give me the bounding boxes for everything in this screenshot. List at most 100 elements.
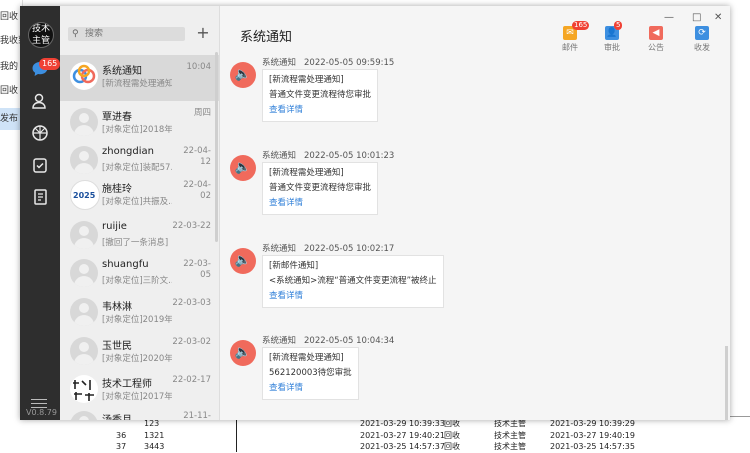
tasks-icon[interactable]	[30, 156, 50, 176]
conversation-name: shuangfu	[102, 259, 149, 270]
toolbar-approval-button[interactable]: 👤 5 审批	[598, 21, 626, 53]
bg-side-item[interactable]: 回收	[0, 80, 22, 102]
view-details-link[interactable]: 查看详情	[269, 103, 371, 118]
search-icon: ⚲	[72, 29, 79, 39]
bg-side-item[interactable]: 我收到	[0, 30, 22, 52]
version-label: V0.8.79	[26, 408, 57, 417]
message-header: 系统通知 2022-05-05 10:01:23	[262, 149, 394, 161]
message-tag: [新流程需处理通知]	[269, 168, 344, 178]
conversation-preview: [对象定位]2020年	[102, 354, 172, 364]
avatar	[70, 146, 98, 174]
row-id: 1321	[144, 431, 165, 440]
minimize-button[interactable]: —	[664, 12, 674, 23]
contacts-icon[interactable]	[30, 92, 50, 112]
conversation-list: ⚲ 搜索 + 系统通知 [新流程需处理通知] 10:04 覃进春 [对象定位]2…	[60, 6, 220, 420]
notes-icon[interactable]	[30, 188, 50, 208]
conversation-name: 技术工程师	[102, 379, 152, 390]
message-sender: 系统通知	[262, 244, 297, 254]
table-divider	[236, 416, 237, 452]
row-no: 36	[116, 431, 127, 440]
mail-icon: ✉ 165	[563, 21, 590, 40]
row-time2: 2021-03-25 14:57:35	[550, 442, 635, 451]
conversation-time: 周四	[193, 108, 211, 118]
speaker-icon: 🔈	[230, 155, 256, 181]
message-card: [新流程需处理通知] 562120003待您审批 查看详情	[262, 347, 359, 400]
transfer-icon: ⟳	[695, 26, 709, 40]
table-row[interactable]: 37 3443 2021-03-25 14:57:37 回收 技术主管 2021…	[102, 441, 742, 452]
conversation-item[interactable]: 汤秀月 21-11-02	[60, 404, 219, 420]
close-button[interactable]: ✕	[714, 12, 722, 23]
table-row[interactable]: 36 1321 2021-03-27 19:40:21 回收 技术主管 2021…	[102, 430, 742, 441]
view-details-link[interactable]: 查看详情	[269, 381, 352, 396]
row-time2: 2021-03-27 19:40:19	[550, 431, 635, 440]
approval-badge: 5	[614, 21, 623, 30]
message-sender: 系统通知	[262, 151, 297, 161]
bg-side-item[interactable]: 发布	[0, 108, 22, 130]
view-details-link[interactable]: 查看详情	[269, 196, 371, 211]
conversation-preview: [撤回了一条消息]	[102, 238, 169, 248]
toolbar-label: 审批	[604, 43, 620, 52]
toolbar-mail-button[interactable]: ✉ 165 邮件	[556, 21, 590, 53]
toolbar-label: 公告	[648, 43, 664, 52]
message-time: 2022-05-05 10:01:23	[304, 151, 395, 161]
view-details-link[interactable]: 查看详情	[269, 289, 437, 304]
aperture-icon[interactable]	[30, 124, 50, 144]
bg-side-item[interactable]: 我的	[0, 56, 22, 78]
message-tag: [新邮件通知]	[269, 261, 319, 271]
message-text: 普通文件变更流程待您审批	[269, 183, 372, 193]
row-no: 37	[116, 442, 127, 451]
conversation-item[interactable]: 2025 施桂玲 [对象定位]共振及... 22-04- 02	[60, 173, 219, 219]
page-title: 系统通知	[240, 30, 293, 45]
maximize-button[interactable]: □	[692, 12, 701, 23]
conversation-name: 韦林淋	[102, 302, 132, 313]
conversation-name: 覃进春	[102, 112, 132, 123]
row-id: 3443	[144, 442, 165, 451]
message-text: 普通文件变更流程待您审批	[269, 90, 372, 100]
list-scrollbar[interactable]	[215, 52, 218, 242]
message-tag: [新流程需处理通知]	[269, 75, 344, 85]
avatar	[70, 337, 98, 365]
conversation-time: 22-03-02	[172, 337, 211, 347]
conversation-name: 施桂玲	[102, 184, 132, 195]
row-time: 2021-03-27 19:40:21	[360, 431, 445, 440]
toolbar-label: 收发	[694, 43, 710, 52]
row-role: 技术主管	[494, 442, 526, 451]
message-time: 2022-05-05 10:04:34	[304, 336, 395, 346]
chat-scrollbar[interactable]	[725, 346, 728, 420]
search-input[interactable]: ⚲ 搜索	[68, 27, 185, 41]
conversation-time: 22-03-03	[172, 298, 211, 308]
avatar	[70, 108, 98, 136]
row-status: 回收	[444, 442, 460, 451]
message-card: [新流程需处理通知] 普通文件变更流程待您审批 查看详情	[262, 69, 379, 122]
message-tag: [新流程需处理通知]	[269, 353, 344, 363]
speaker-icon: 🔈	[230, 340, 256, 366]
approval-icon: 👤 5	[605, 21, 623, 40]
bg-side-item[interactable]: 回收	[0, 6, 22, 28]
speaker-icon: 🔈	[230, 248, 256, 274]
avatar	[70, 259, 98, 287]
toolbar-transfer-button[interactable]: ⟳ 收发	[688, 26, 716, 53]
message-header: 系统通知 2022-05-05 10:02:17	[262, 242, 394, 254]
avatar	[70, 298, 98, 326]
conversation-preview: [对象定位]共振及...	[102, 197, 172, 207]
message-text: 562120003待您审批	[269, 368, 352, 378]
message-header: 系统通知 2022-05-05 10:04:34	[262, 334, 394, 346]
conversation-name: 汤秀月	[102, 411, 132, 420]
nav-rail: 技术主管 165 V0.8.79	[20, 6, 61, 420]
toolbar-announcement-button[interactable]: ◀ 公告	[642, 26, 670, 53]
row-time: 2021-03-25 14:57:37	[360, 442, 445, 451]
svg-text:2025: 2025	[73, 191, 96, 200]
search-placeholder: 搜索	[85, 29, 104, 39]
conversation-preview: [对象定位]装配57...	[102, 163, 172, 173]
chat-window: 技术主管 165 V0.8.79 ⚲ 搜索 + 系统通知 [新流程需处理通知] …	[20, 6, 730, 420]
system-notice-avatar	[70, 62, 98, 90]
add-button[interactable]: +	[195, 25, 211, 41]
conversation-time: 21-11-02	[183, 411, 211, 420]
row-role: 技术主管	[494, 431, 526, 440]
user-avatar[interactable]: 技术主管	[28, 22, 54, 48]
conversation-item[interactable]: 系统通知 [新流程需处理通知] 10:04	[60, 55, 219, 101]
conversation-preview: [对象定位]2019年	[102, 315, 172, 325]
conversation-name: zhongdian	[102, 146, 154, 157]
chat-panel: 系统通知 — □ ✕ ✉ 165 邮件 👤 5 审批 ◀ 公告 ⟳ 收发 🔈 系统通…	[220, 6, 730, 420]
avatar	[70, 221, 98, 249]
